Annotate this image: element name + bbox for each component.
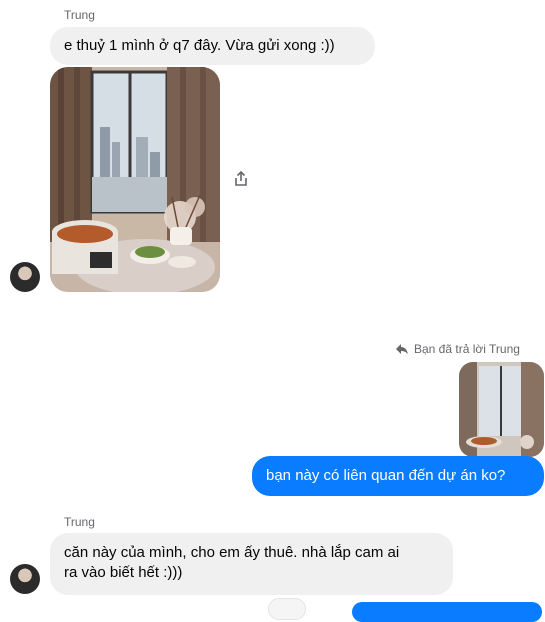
message-text: bạn này có liên quan đến dự án ko?: [266, 467, 506, 484]
sender-name: Trung: [64, 8, 95, 22]
message-text-line: ra vào biết hết :))): [64, 564, 183, 581]
reply-note-text: Bạn đã trả lời Trung: [414, 342, 520, 356]
avatar[interactable]: [10, 262, 40, 292]
replied-photo-preview[interactable]: [459, 362, 544, 457]
reply-indicator: Bạn đã trả lời Trung: [395, 342, 520, 356]
outgoing-message-bubble[interactable]: bạn này có liên quan đến dự án ko?: [252, 456, 544, 496]
message-text-line: căn này của mình, cho em ấy thuê. nhà lắ…: [64, 544, 400, 561]
room-photo: [50, 67, 220, 292]
outgoing-message-bubble-partial[interactable]: [352, 602, 542, 622]
share-icon[interactable]: [232, 170, 250, 188]
replied-photo: [459, 362, 544, 457]
message-text: e thuỷ 1 mình ở q7 đây. Vừa gửi xong :)): [64, 37, 335, 54]
avatar[interactable]: [10, 564, 40, 594]
incoming-message-bubble[interactable]: e thuỷ 1 mình ở q7 đây. Vừa gửi xong :)): [50, 27, 375, 65]
scroll-to-bottom-button[interactable]: [268, 598, 306, 620]
reply-arrow-icon: [395, 343, 409, 355]
photo-message[interactable]: [50, 67, 220, 292]
incoming-message-bubble[interactable]: căn này của mình, cho em ấy thuê. nhà lắ…: [50, 533, 453, 595]
sender-name: Trung: [64, 515, 95, 529]
